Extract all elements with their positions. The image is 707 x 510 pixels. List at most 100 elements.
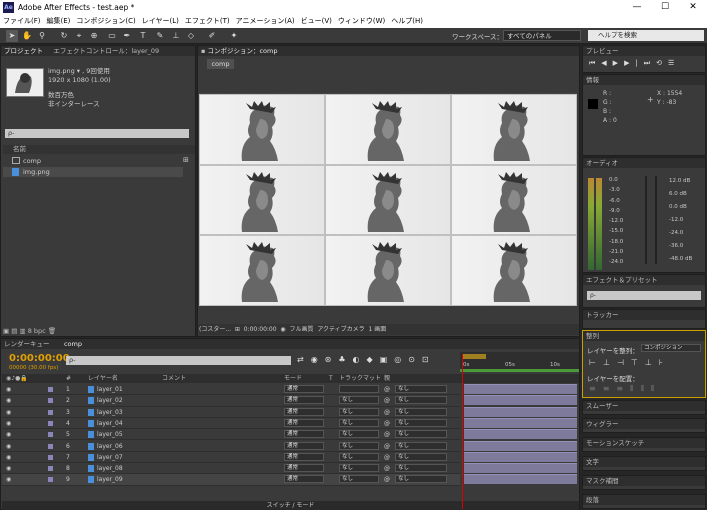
- timeline-layer-row[interactable]: ◉ 7 layer_07 通常 なし @ なし: [2, 452, 460, 464]
- timeline-layer-row[interactable]: ◉ 9 layer_09 通常 なし @ なし: [2, 474, 460, 486]
- paragraph-panel[interactable]: 段落: [582, 494, 706, 509]
- comp-layer-tile[interactable]: [325, 235, 451, 306]
- parent-select[interactable]: なし: [395, 418, 447, 427]
- project-item-comp[interactable]: comp: [3, 156, 183, 166]
- menu-animation[interactable]: アニメーション(A): [233, 15, 298, 28]
- parent-select[interactable]: なし: [395, 475, 447, 484]
- time-ruler[interactable]: 0s 05s 10s: [460, 352, 579, 372]
- menu-help[interactable]: ヘルプ(H): [388, 15, 426, 28]
- character-panel[interactable]: 文字: [582, 456, 706, 471]
- pick-whip-icon[interactable]: @: [384, 463, 390, 474]
- column-name[interactable]: 名前: [13, 145, 26, 153]
- comp-layer-tile[interactable]: [451, 235, 577, 306]
- current-time-indicator[interactable]: [462, 354, 463, 509]
- grid-icon[interactable]: ⊞: [235, 326, 240, 333]
- pick-whip-icon[interactable]: @: [384, 418, 390, 429]
- label-color-swatch[interactable]: [48, 420, 53, 426]
- project-search-input[interactable]: ρ-: [5, 129, 189, 138]
- comp-layer-tile[interactable]: [199, 235, 325, 306]
- trackmatte-select[interactable]: なし: [339, 418, 379, 427]
- layer-duration-bar[interactable]: [464, 429, 577, 440]
- switches-modes-toggle[interactable]: スイッチ / モード: [2, 501, 579, 510]
- menu-window[interactable]: ウィンドウ(W): [335, 15, 388, 28]
- selection-tool-icon[interactable]: ➤: [6, 30, 18, 42]
- timeline-layer-row[interactable]: ◉ 6 layer_06 通常 なし @ なし: [2, 441, 460, 452]
- visibility-icon[interactable]: ◉: [6, 418, 11, 429]
- label-color-swatch[interactable]: [48, 477, 53, 483]
- label-color-swatch[interactable]: [48, 443, 53, 449]
- close-icon[interactable]: ✕: [679, 0, 707, 15]
- parent-select[interactable]: なし: [395, 385, 447, 393]
- label-color-swatch[interactable]: [48, 432, 53, 438]
- magnification-select[interactable]: (コスター...: [199, 326, 231, 333]
- align-to-select[interactable]: コンポジション: [641, 344, 701, 352]
- column-parent[interactable]: 親: [384, 374, 390, 383]
- pick-whip-icon[interactable]: @: [384, 441, 390, 452]
- comp-navigator-chip[interactable]: comp: [207, 59, 234, 69]
- layer-name[interactable]: layer_02: [97, 395, 123, 406]
- comp-layer-tile[interactable]: [325, 164, 451, 236]
- work-area-bar[interactable]: [462, 354, 486, 359]
- label-color-swatch[interactable]: [48, 409, 53, 415]
- camera-tool-icon[interactable]: ⌖: [73, 30, 85, 42]
- pick-whip-icon[interactable]: @: [384, 407, 390, 418]
- tab-project[interactable]: プロジェクト: [4, 47, 43, 55]
- menu-layer[interactable]: レイヤー(L): [139, 15, 182, 28]
- menu-view[interactable]: ビュー(V): [298, 15, 335, 28]
- mask-tool-icon[interactable]: ▭: [106, 30, 118, 42]
- help-search-input[interactable]: ヘルプを検索: [588, 30, 704, 41]
- new-folder-icon[interactable]: ▤: [11, 327, 17, 335]
- lock-icon[interactable]: ▪: [201, 47, 205, 55]
- motion-sketch-panel[interactable]: モーションスケッチ: [582, 437, 706, 452]
- blend-mode-select[interactable]: 通常: [284, 441, 324, 450]
- menu-file[interactable]: ファイル(F): [0, 15, 44, 28]
- smoother-panel[interactable]: スムーザー: [582, 400, 706, 415]
- parent-select[interactable]: なし: [395, 407, 447, 416]
- new-comp-icon[interactable]: ▥: [19, 327, 25, 335]
- eraser-tool-icon[interactable]: ◇: [185, 30, 197, 42]
- trackmatte-select[interactable]: なし: [339, 452, 379, 461]
- visibility-icon[interactable]: ◉: [6, 384, 11, 395]
- layer-name[interactable]: layer_08: [97, 463, 123, 474]
- timeline-layer-row[interactable]: ◉ 1 layer_01 通常 @ なし: [2, 384, 460, 396]
- timeline-layer-row[interactable]: ◉ 4 layer_04 通常 なし @ なし: [2, 418, 460, 430]
- label-color-swatch[interactable]: [48, 466, 53, 472]
- align-buttons[interactable]: ⊢⊥⊣⊤⊥⊦: [589, 358, 670, 367]
- project-item-img[interactable]: img.png: [3, 167, 183, 177]
- tab-comp-timeline[interactable]: comp: [64, 340, 82, 348]
- layer-name[interactable]: layer_06: [97, 441, 123, 452]
- layer-duration-bar[interactable]: [464, 395, 577, 406]
- blend-mode-select[interactable]: 通常: [284, 464, 324, 473]
- clone-stamp-tool-icon[interactable]: ⊥: [170, 30, 182, 42]
- mask-interpolation-panel[interactable]: マスク補間: [582, 475, 706, 490]
- timeline-search-input[interactable]: ρ-: [66, 356, 291, 365]
- minimize-icon[interactable]: —: [623, 0, 651, 15]
- label-color-swatch[interactable]: [48, 454, 53, 460]
- current-time-display[interactable]: 0:00:00:00: [9, 353, 70, 364]
- interpret-footage-icon[interactable]: ▣: [3, 327, 9, 335]
- blend-mode-select[interactable]: 通常: [284, 418, 324, 427]
- timeline-layer-row[interactable]: ◉ 5 layer_05 通常 なし @ なし: [2, 429, 460, 441]
- trackmatte-select[interactable]: なし: [339, 396, 379, 405]
- brush-tool-icon[interactable]: ✎: [154, 30, 166, 42]
- view-layout-select[interactable]: 1 画面: [368, 326, 386, 333]
- column-trackmatte[interactable]: トラックマット: [339, 374, 381, 383]
- timeline-layer-row[interactable]: ◉ 2 layer_02 通常 なし @ なし: [2, 395, 460, 407]
- column-layer-name[interactable]: レイヤー名: [88, 374, 118, 383]
- trackmatte-select[interactable]: なし: [339, 475, 379, 484]
- blend-mode-select[interactable]: 通常: [284, 385, 324, 393]
- visibility-icon[interactable]: ◉: [6, 463, 11, 474]
- type-tool-icon[interactable]: T: [137, 30, 149, 42]
- timeline-switch-icons[interactable]: ⇄◉⊛♣◐◆▣◎⊙⊡: [297, 355, 436, 364]
- comp-layer-tile[interactable]: [199, 94, 325, 165]
- resolution-select[interactable]: フル画質: [289, 326, 313, 333]
- roto-brush-tool-icon[interactable]: ✐: [206, 30, 218, 42]
- layer-duration-bar[interactable]: [464, 474, 577, 485]
- timecode-field[interactable]: 0:00:00:00: [244, 326, 277, 333]
- layer-name[interactable]: layer_09: [97, 474, 123, 485]
- blend-mode-select[interactable]: 通常: [284, 430, 324, 439]
- visibility-icon[interactable]: ◉: [6, 474, 11, 485]
- layer-name[interactable]: layer_07: [97, 452, 123, 463]
- pan-behind-tool-icon[interactable]: ⊕: [88, 30, 100, 42]
- menu-effect[interactable]: エフェクト(T): [182, 15, 233, 28]
